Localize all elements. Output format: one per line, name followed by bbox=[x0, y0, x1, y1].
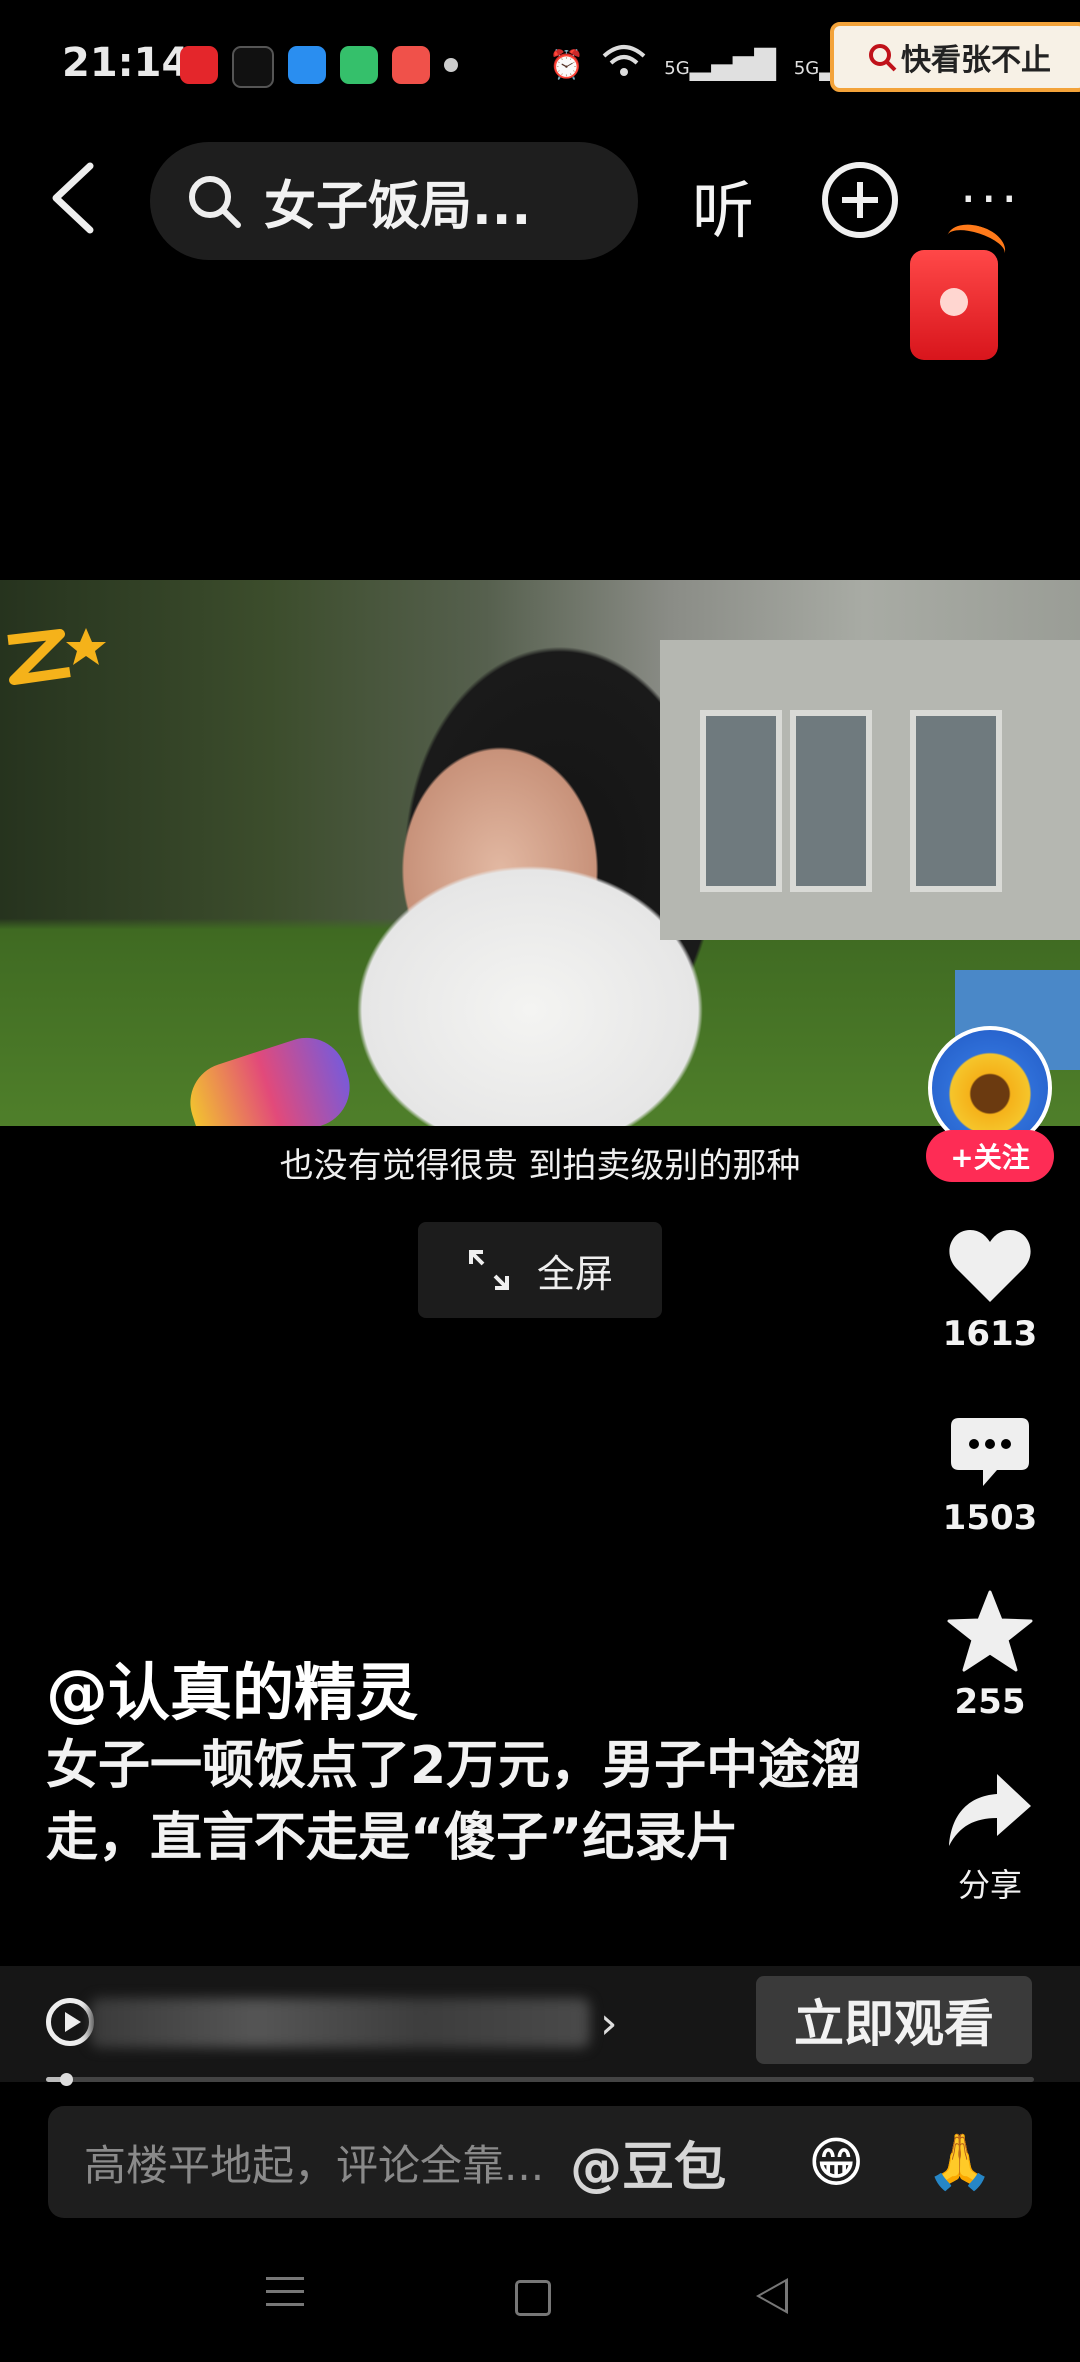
chevron-right-icon: › bbox=[600, 1998, 618, 2049]
background-building bbox=[660, 640, 1080, 940]
nav-recents-button[interactable] bbox=[266, 2277, 304, 2316]
video-subtitle: 也没有觉得很贵 到拍卖级别的那种 bbox=[279, 1146, 801, 1186]
share-arrow-icon bbox=[949, 1774, 1031, 1846]
video-player[interactable] bbox=[0, 580, 1080, 1126]
play-circle-icon bbox=[46, 1998, 94, 2046]
pray-emoji-button[interactable]: 🙏 bbox=[926, 2130, 993, 2194]
add-icon[interactable] bbox=[822, 162, 898, 238]
building-window bbox=[790, 710, 872, 892]
app-notification-icon bbox=[180, 46, 218, 84]
microphone-logo bbox=[180, 1027, 360, 1126]
favorite-button[interactable]: 255 bbox=[930, 1590, 1050, 1722]
red-packet-icon[interactable] bbox=[910, 250, 998, 360]
nav-back-button[interactable] bbox=[756, 2278, 788, 2314]
video-description: 女子一顿饭点了2万元，男子中途溜走，直言不走是“傻子”纪录片 bbox=[46, 1736, 863, 1868]
favorite-count: 255 bbox=[954, 1682, 1026, 1722]
wifi-icon bbox=[602, 44, 646, 85]
comment-button[interactable]: 1503 bbox=[930, 1416, 1050, 1538]
video-search-tag-text: 快看张不止 bbox=[901, 43, 1051, 78]
author-name[interactable]: @认真的精灵 bbox=[46, 1642, 418, 1732]
building-window bbox=[910, 710, 1002, 892]
notification-icons bbox=[180, 46, 458, 88]
building-window bbox=[700, 710, 782, 892]
fullscreen-button[interactable]: 全屏 bbox=[418, 1222, 662, 1318]
app-notification-icon bbox=[288, 46, 326, 84]
grin-emoji-button[interactable]: 😁 bbox=[808, 2131, 864, 2194]
follow-button[interactable]: +关注 bbox=[926, 1130, 1054, 1182]
video-progress-bar[interactable] bbox=[46, 2073, 1034, 2086]
share-button[interactable]: 分享 bbox=[930, 1772, 1050, 1906]
search-query: 女子饭局... bbox=[264, 176, 532, 237]
mention-doubao[interactable]: @豆包 bbox=[570, 2125, 726, 2200]
back-button[interactable] bbox=[48, 160, 108, 240]
progress-handle[interactable] bbox=[59, 2073, 73, 2086]
chevron-left-icon bbox=[52, 162, 94, 234]
app-notification-icon bbox=[340, 46, 378, 84]
video-notification-icon bbox=[392, 46, 430, 84]
like-count: 1613 bbox=[942, 1314, 1038, 1354]
search-icon bbox=[189, 176, 241, 228]
video-search-tag[interactable]: 快看张不止 bbox=[830, 22, 1080, 92]
alarm-icon: ⏰ bbox=[549, 48, 585, 81]
signal-icon: 5G▂▄▆█ bbox=[664, 48, 776, 81]
channel-logo bbox=[0, 620, 110, 715]
search-icon bbox=[869, 44, 897, 72]
search-box[interactable]: 女子饭局... bbox=[150, 142, 638, 260]
more-button[interactable]: ··· bbox=[960, 170, 1022, 230]
fullscreen-label: 全屏 bbox=[536, 1251, 613, 1296]
comment-icon bbox=[951, 1418, 1029, 1486]
watch-now-button[interactable]: 立即观看 bbox=[756, 1976, 1032, 2064]
heart-icon bbox=[949, 1230, 1031, 1302]
dot-icon bbox=[444, 58, 458, 72]
status-time: 21:14 bbox=[62, 40, 190, 86]
star-icon bbox=[947, 1590, 1033, 1672]
tiktok-notification-icon bbox=[232, 46, 274, 88]
like-button[interactable]: 1613 bbox=[930, 1228, 1050, 1354]
share-label: 分享 bbox=[957, 1866, 1022, 1904]
listen-button[interactable]: 听 bbox=[692, 160, 754, 250]
related-title-blurred bbox=[90, 1998, 590, 2048]
comment-count: 1503 bbox=[942, 1498, 1038, 1538]
comment-input[interactable]: 高楼平地起，评论全靠... @豆包 😁 🙏 bbox=[48, 2106, 1032, 2218]
nav-home-button[interactable] bbox=[515, 2280, 551, 2316]
expand-icon bbox=[468, 1250, 509, 1290]
comment-placeholder: 高楼平地起，评论全靠... bbox=[84, 2140, 545, 2190]
